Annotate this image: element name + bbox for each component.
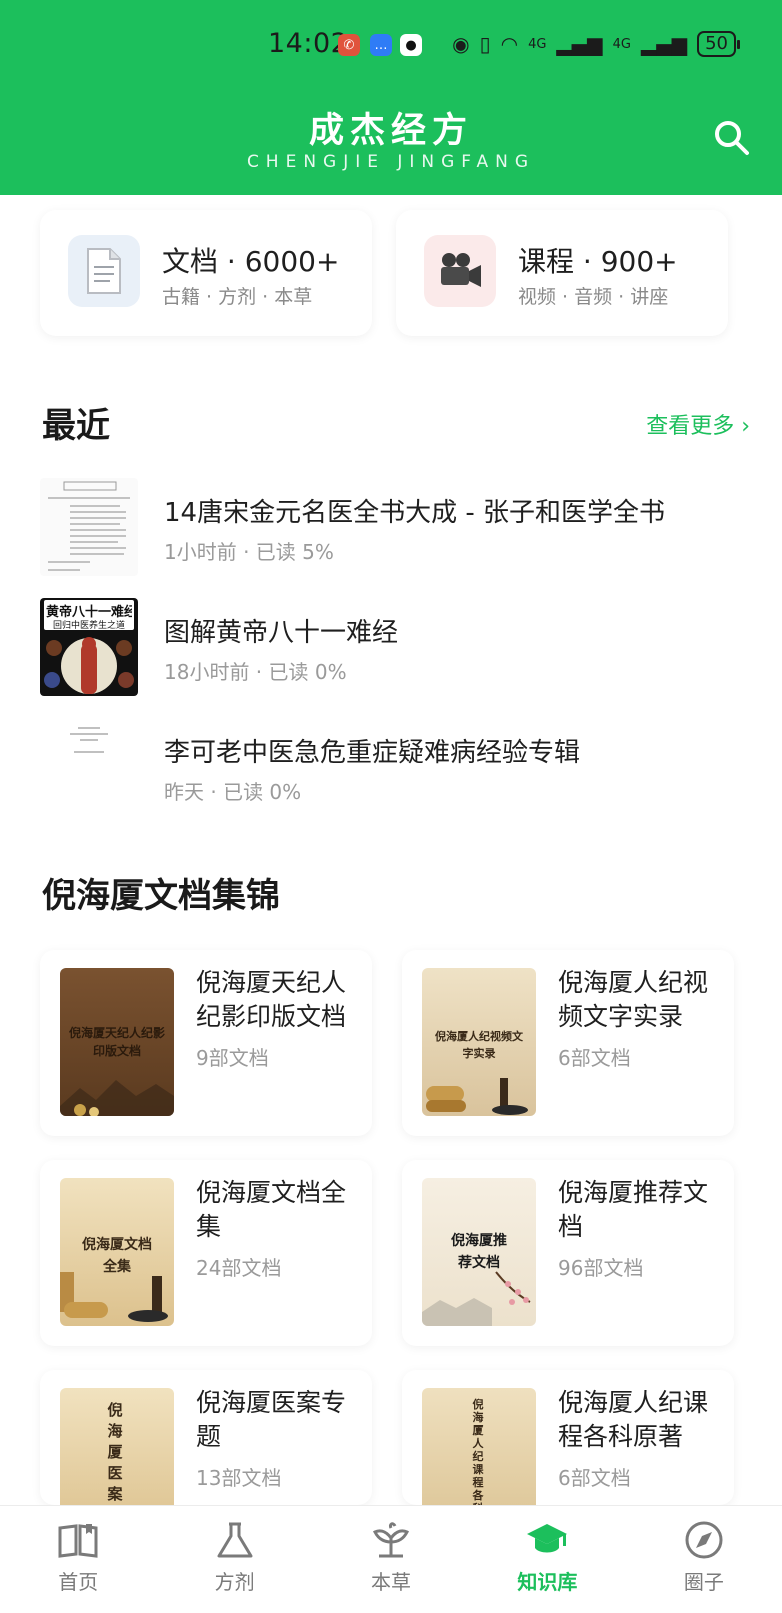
eye-icon: ◉ bbox=[452, 32, 470, 56]
collection-section-title: 倪海厦文档集锦 bbox=[42, 876, 280, 916]
app-subtitle: CHENGJIE JINGFANG bbox=[246, 152, 536, 172]
collection-title: 倪海厦天纪人纪影印版文档 bbox=[196, 968, 347, 1031]
cover-text: 倪海厦天纪人纪影印版文档 bbox=[68, 1026, 165, 1058]
recent-item-thumbnail: 黄帝八十一难经 回归中医养生之道 bbox=[40, 598, 138, 696]
collection-cover: 倪海厦文档全集 bbox=[60, 1178, 174, 1326]
nav-item-knowledge[interactable]: 知识库 bbox=[469, 1506, 625, 1613]
nav-label-herb: 本草 bbox=[371, 1570, 412, 1594]
see-more-link[interactable]: 查看更多 › bbox=[646, 408, 750, 440]
status-bar: 14:02 ✆ … ● ◉ ▯ ◠ 4G ▂▄▆ 4G ▂▄▆ 50 bbox=[0, 28, 782, 68]
collection-count: 96部文档 bbox=[558, 1256, 644, 1280]
collection-title: 倪海厦文档全集 bbox=[196, 1178, 347, 1241]
collection-card[interactable]: 倪海厦推荐文档 倪海厦推荐文档 96部文档 bbox=[402, 1160, 734, 1346]
collection-count: 24部文档 bbox=[196, 1256, 282, 1280]
collection-cover: 倪海厦人纪课程各科 bbox=[422, 1388, 536, 1505]
message-icon: … bbox=[370, 34, 392, 56]
nav-label-formula: 方剂 bbox=[214, 1570, 255, 1594]
book-open-icon bbox=[58, 1524, 98, 1558]
recent-item-meta: 昨天 · 已读 0% bbox=[164, 780, 302, 804]
courses-stat-subtitle: 视频 · 音频 · 讲座 bbox=[518, 286, 669, 308]
recent-item-title: 图解黄帝八十一难经 bbox=[164, 618, 399, 648]
recent-item[interactable]: 14唐宋金元名医全书大成 - 张子和医学全书 1小时前 · 已读 5% bbox=[40, 478, 760, 578]
documents-stat-title: 文档 · 6000+ bbox=[162, 245, 340, 278]
network-4g-label-2: 4G bbox=[612, 36, 631, 52]
nav-label-knowledge: 知识库 bbox=[517, 1570, 578, 1594]
collection-title: 倪海厦医案专题 bbox=[196, 1388, 347, 1451]
bottom-navigation: 首页 方剂 本草 知识库 圈子 bbox=[0, 1505, 782, 1613]
collection-card[interactable]: 倪海厦天纪人纪影印版文档 倪海厦天纪人纪影印版文档 9部文档 bbox=[40, 950, 372, 1136]
nav-label-circle: 圈子 bbox=[683, 1570, 724, 1594]
collection-cover: 倪海厦人纪视频文字实录 bbox=[422, 968, 536, 1116]
app-header: 14:02 ✆ … ● ◉ ▯ ◠ 4G ▂▄▆ 4G ▂▄▆ 50 成杰经方 … bbox=[0, 0, 782, 195]
collection-card[interactable]: 倪海厦人纪视频文字实录 倪海厦人纪视频文字实录 6部文档 bbox=[402, 950, 734, 1136]
recent-item-thumbnail bbox=[40, 718, 138, 816]
network-4g-label: 4G bbox=[528, 36, 547, 52]
collection-cover: 倪海厦推荐文档 bbox=[422, 1178, 536, 1326]
signal-icon: ▂▄▆ bbox=[556, 32, 603, 56]
qq-icon: ● bbox=[400, 34, 422, 56]
vibrate-icon: ▯ bbox=[479, 32, 491, 56]
wifi-icon: ◠ bbox=[500, 32, 519, 56]
collection-count: 6部文档 bbox=[558, 1466, 631, 1490]
collection-count: 9部文档 bbox=[196, 1046, 269, 1070]
herb-icon bbox=[373, 1522, 410, 1558]
document-icon bbox=[68, 235, 140, 307]
collection-title: 倪海厦人纪视频文字实录 bbox=[558, 968, 709, 1031]
nav-item-circle[interactable]: 圈子 bbox=[626, 1506, 782, 1613]
recent-item-thumbnail bbox=[40, 478, 138, 576]
cover-text: 倪海厦人纪视频文字实录 bbox=[435, 1030, 523, 1060]
recent-section-title: 最近 bbox=[42, 406, 110, 446]
status-indicators: ◉ ▯ ◠ 4G ▂▄▆ 4G ▂▄▆ 50 bbox=[452, 31, 740, 57]
nav-label-home: 首页 bbox=[58, 1570, 99, 1594]
collection-count: 6部文档 bbox=[558, 1046, 631, 1070]
collection-count: 13部文档 bbox=[196, 1466, 282, 1490]
recent-item-meta: 1小时前 · 已读 5% bbox=[164, 540, 334, 564]
status-time: 14:02 bbox=[268, 28, 349, 59]
nav-item-formula[interactable]: 方剂 bbox=[156, 1506, 312, 1613]
collection-title: 倪海厦人纪课程各科原著 bbox=[558, 1388, 709, 1451]
documents-stat-card[interactable]: 文档 · 6000+ 古籍 · 方剂 · 本草 bbox=[40, 210, 372, 336]
collection-title: 倪海厦推荐文档 bbox=[558, 1178, 709, 1241]
recent-item[interactable]: 李可老中医急危重症疑难病经验专辑 昨天 · 已读 0% bbox=[40, 718, 760, 818]
cover-text: 倪海厦医案专 bbox=[107, 1401, 123, 1503]
collection-cover: 倪海厦医案专 bbox=[60, 1388, 174, 1505]
battery-indicator: 50 bbox=[697, 31, 740, 57]
recent-item[interactable]: 黄帝八十一难经 回归中医养生之道 图解黄帝八十一难经 18小时前 · 已读 0% bbox=[40, 598, 760, 698]
nav-item-herb[interactable]: 本草 bbox=[313, 1506, 469, 1613]
recent-item-title: 14唐宋金元名医全书大成 - 张子和医学全书 bbox=[164, 498, 665, 528]
documents-stat-subtitle: 古籍 · 方剂 · 本草 bbox=[162, 286, 313, 308]
recent-item-title: 李可老中医急危重症疑难病经验专辑 bbox=[164, 738, 581, 768]
collection-card[interactable]: 倪海厦医案专 倪海厦医案专题 13部文档 bbox=[40, 1370, 372, 1505]
collection-cover: 倪海厦天纪人纪影印版文档 bbox=[60, 968, 174, 1116]
app-title: 成杰经方 bbox=[308, 111, 473, 151]
search-icon[interactable] bbox=[712, 118, 752, 158]
courses-stat-title: 课程 · 900+ bbox=[518, 245, 678, 278]
collection-card[interactable]: 倪海厦人纪课程各科 倪海厦人纪课程各科原著 6部文档 bbox=[402, 1370, 734, 1505]
collection-card[interactable]: 倪海厦文档全集 倪海厦文档全集 24部文档 bbox=[40, 1160, 372, 1346]
video-camera-icon bbox=[424, 235, 496, 307]
graduation-cap-icon bbox=[527, 1524, 568, 1553]
missed-call-icon: ✆ bbox=[338, 34, 360, 56]
courses-stat-card[interactable]: 课程 · 900+ 视频 · 音频 · 讲座 bbox=[396, 210, 728, 336]
cover-text: 倪海厦人纪课程各科 bbox=[472, 1398, 484, 1505]
flask-icon bbox=[217, 1522, 253, 1558]
recent-item-meta: 18小时前 · 已读 0% bbox=[164, 660, 347, 684]
nav-item-home[interactable]: 首页 bbox=[0, 1506, 156, 1613]
compass-icon bbox=[685, 1521, 723, 1559]
signal-icon-2: ▂▄▆ bbox=[640, 32, 688, 56]
